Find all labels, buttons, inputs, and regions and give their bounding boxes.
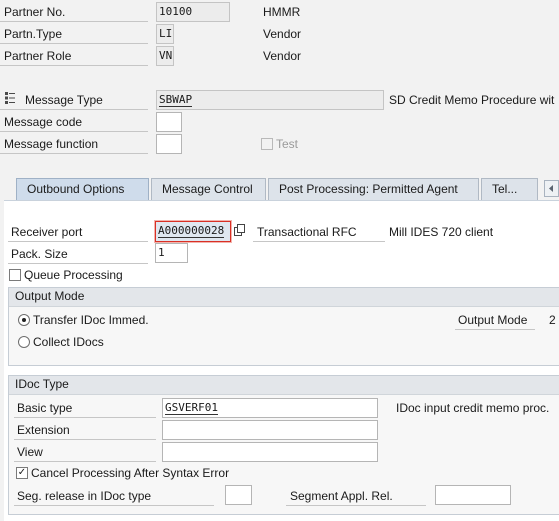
test-checkbox[interactable] xyxy=(261,138,273,150)
receiver-port-value: A000000028 xyxy=(158,224,225,238)
idoc-type-title: IDoc Type xyxy=(9,376,559,395)
extension-label: Extension xyxy=(17,423,70,437)
partner-no-label: Partner No. xyxy=(4,5,66,19)
collect-idocs-label: Collect IDocs xyxy=(33,335,104,349)
seg-release-label: Seg. release in IDoc type xyxy=(17,489,152,503)
message-type-value: SBWAP xyxy=(159,93,193,107)
output-mode-side-underline xyxy=(455,329,535,330)
tab-scroll-left-icon[interactable] xyxy=(544,180,559,197)
basic-type-underline xyxy=(14,417,156,418)
message-type-desc: SD Credit Memo Procedure wit xyxy=(389,93,555,107)
partner-no-underline xyxy=(0,21,148,22)
tab-message-control[interactable]: Message Control xyxy=(151,178,266,200)
view-field[interactable] xyxy=(162,442,378,462)
message-function-field[interactable] xyxy=(156,134,182,154)
receiver-port-underline xyxy=(8,241,148,242)
basic-type-value: GSVERF01 xyxy=(165,401,218,415)
queue-processing-checkbox[interactable] xyxy=(9,269,21,281)
copy-icon[interactable] xyxy=(233,224,246,237)
partner-role-underline xyxy=(0,65,148,66)
partner-role-label: Partner Role xyxy=(4,49,72,63)
cancel-processing-checkbox[interactable]: ✓ xyxy=(16,467,28,479)
message-type-underline xyxy=(0,109,148,110)
receiver-port-label: Receiver port xyxy=(11,225,83,239)
partner-no-field[interactable]: 10100 xyxy=(156,2,230,22)
segment-appl-rel-label: Segment Appl. Rel. xyxy=(290,489,393,503)
basic-type-desc: IDoc input credit memo proc. xyxy=(396,401,550,415)
partner-no-desc: HMMR xyxy=(263,5,301,19)
segment-appl-rel-underline xyxy=(286,505,426,506)
seg-release-field[interactable] xyxy=(225,485,252,505)
output-mode-value: 2 xyxy=(549,313,556,327)
message-type-field[interactable]: SBWAP xyxy=(156,90,384,110)
tab-post-processing[interactable]: Post Processing: Permitted Agent xyxy=(268,178,479,200)
queue-processing-label: Queue Processing xyxy=(24,268,123,282)
test-label: Test xyxy=(276,137,299,151)
tab-tel[interactable]: Tel... xyxy=(481,178,538,200)
partner-type-desc: Vendor xyxy=(263,27,302,41)
tree-structure-icon[interactable] xyxy=(4,91,16,105)
basic-type-field[interactable]: GSVERF01 xyxy=(162,398,378,418)
message-code-underline xyxy=(0,131,148,132)
tab-outbound-options[interactable]: Outbound Options xyxy=(16,178,149,201)
collect-idocs-radio[interactable] xyxy=(18,336,30,348)
receiver-port-field[interactable]: A000000028 xyxy=(154,220,232,243)
receiver-port-type-underline xyxy=(253,241,385,242)
extension-underline xyxy=(14,439,156,440)
pack-size-underline xyxy=(8,263,148,264)
cancel-processing-label: Cancel Processing After Syntax Error xyxy=(31,466,230,480)
view-label: View xyxy=(17,445,43,459)
output-mode-side-label: Output Mode xyxy=(458,313,528,327)
message-function-underline xyxy=(0,153,148,154)
partner-role-field[interactable]: VN xyxy=(156,46,174,66)
receiver-port-type: Transactional RFC xyxy=(257,225,357,239)
transfer-immediately-radio[interactable] xyxy=(18,314,30,326)
message-code-field[interactable] xyxy=(156,112,182,132)
output-mode-title: Output Mode xyxy=(9,288,559,307)
receiver-port-desc: Mill IDES 720 client xyxy=(389,225,494,239)
transfer-immediately-label: Transfer IDoc Immed. xyxy=(33,313,149,327)
view-underline xyxy=(14,461,156,462)
extension-field[interactable] xyxy=(162,420,378,440)
seg-release-underline xyxy=(14,505,214,506)
partner-role-desc: Vendor xyxy=(263,49,302,63)
segment-appl-rel-field[interactable] xyxy=(435,485,511,505)
pack-size-field[interactable]: 1 xyxy=(155,243,188,263)
partner-type-label: Partn.Type xyxy=(4,27,63,41)
partner-type-underline xyxy=(0,43,148,44)
message-code-label: Message code xyxy=(4,115,83,129)
basic-type-label: Basic type xyxy=(17,401,73,415)
message-function-label: Message function xyxy=(4,137,99,151)
partner-type-field[interactable]: LI xyxy=(156,24,174,44)
message-type-label: Message Type xyxy=(25,93,103,107)
pack-size-label: Pack. Size xyxy=(11,247,68,261)
